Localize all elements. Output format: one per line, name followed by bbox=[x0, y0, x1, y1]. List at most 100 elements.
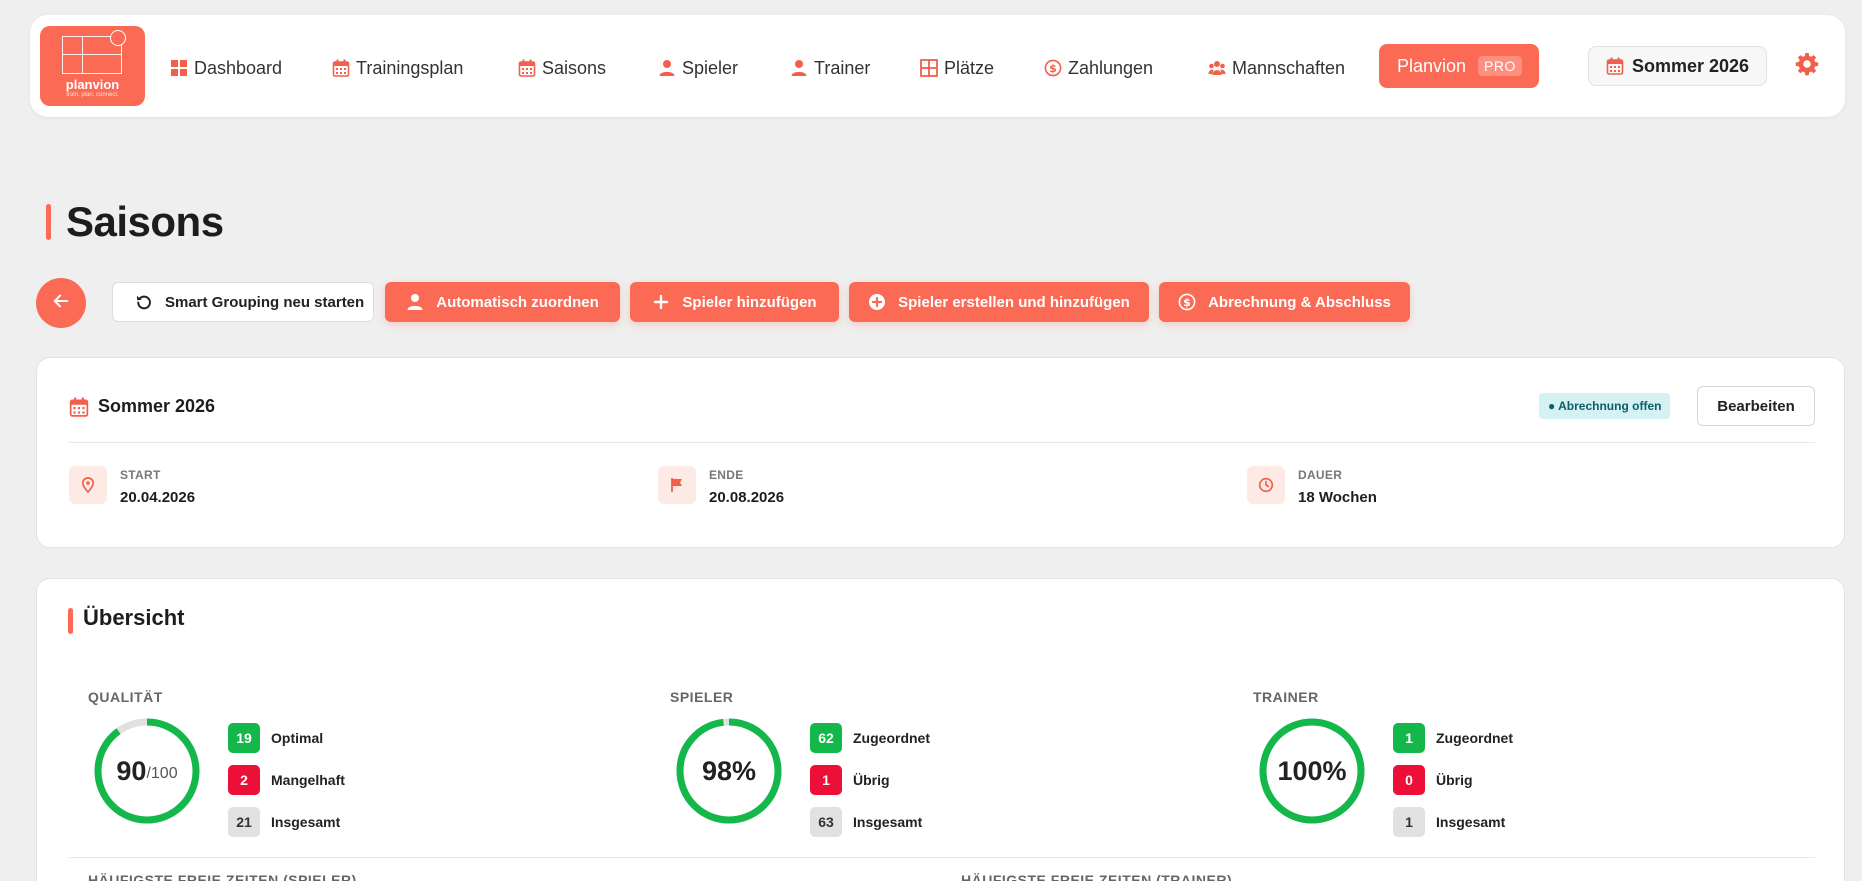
add-player-button[interactable]: Spieler hinzufügen bbox=[630, 282, 839, 322]
end-label: ENDE bbox=[709, 468, 744, 482]
season-card: Sommer 2026 ● Abrechnung offen Bearbeite… bbox=[36, 357, 1845, 548]
quality-score: 90/100 bbox=[93, 717, 201, 825]
auto-assign-button[interactable]: Automatisch zuordnen bbox=[385, 282, 620, 322]
trainers-percent: 100% bbox=[1277, 755, 1347, 786]
button-label: Smart Grouping neu starten bbox=[165, 293, 365, 311]
user-icon bbox=[658, 59, 676, 77]
nav-item-saisons[interactable]: Saisons bbox=[518, 56, 606, 80]
end-value: 20.08.2026 bbox=[709, 489, 785, 506]
count-badge: 0 bbox=[1393, 765, 1425, 795]
plus-circle-icon bbox=[868, 293, 886, 311]
users-icon bbox=[1208, 59, 1226, 77]
planvion-pro-button[interactable]: Planvion PRO bbox=[1379, 44, 1539, 88]
nav-item-trainingsplan[interactable]: Trainingsplan bbox=[332, 56, 463, 80]
title-accent-bar bbox=[46, 204, 51, 240]
legend-label: Zugeordnet bbox=[853, 730, 930, 746]
nav-item-mannschaften[interactable]: Mannschaften bbox=[1208, 56, 1345, 80]
status-badge: ● Abrechnung offen bbox=[1539, 393, 1671, 419]
nav-label: Trainingsplan bbox=[356, 57, 464, 78]
calendar-icon bbox=[332, 59, 350, 77]
create-and-add-player-button[interactable]: Spieler erstellen und hinzufügen bbox=[849, 282, 1149, 322]
free-times-players-heading: HÄUFIGSTE FREIE ZEITEN (SPIELER) bbox=[88, 872, 357, 881]
legend-label: Optimal bbox=[271, 730, 324, 746]
dollar-icon: $ bbox=[1178, 293, 1196, 311]
start-label: START bbox=[120, 468, 161, 482]
clock-icon bbox=[1247, 466, 1285, 504]
user-icon bbox=[790, 59, 808, 77]
clock-icon bbox=[110, 30, 126, 46]
nav-item-trainer[interactable]: Trainer bbox=[790, 56, 870, 80]
legend-label: Insgesamt bbox=[853, 814, 923, 830]
duration-value: 18 Wochen bbox=[1298, 489, 1377, 506]
count-badge: 19 bbox=[228, 723, 260, 753]
trainers-stat: TRAINER 100% 1 Zugeordnet 0 Übrig 1 Insgesa… bbox=[1253, 689, 1773, 837]
nav-item-zahlungen[interactable]: $ Zahlungen bbox=[1044, 56, 1153, 80]
count-badge: 1 bbox=[1393, 723, 1425, 753]
overview-accent-bar bbox=[68, 608, 73, 634]
legend-label: Insgesamt bbox=[1436, 814, 1506, 830]
divider bbox=[69, 857, 1815, 858]
nav-label: Dashboard bbox=[194, 57, 283, 78]
button-label: Spieler hinzufügen bbox=[682, 293, 817, 311]
edit-button[interactable]: Bearbeiten bbox=[1697, 386, 1815, 426]
legend-label: Mangelhaft bbox=[271, 772, 345, 788]
free-times-trainers-heading: HÄUFIGSTE FREIE ZEITEN (TRAINER) bbox=[961, 872, 1233, 881]
map-pin-icon bbox=[69, 466, 107, 504]
plus-icon bbox=[652, 293, 670, 311]
duration-label: DAUER bbox=[1298, 468, 1343, 482]
overview-card: Übersicht QUALITÄT 90/100 19 Optimal 2 Man… bbox=[36, 578, 1845, 881]
back-button[interactable] bbox=[36, 278, 86, 328]
dashboard-icon bbox=[170, 59, 188, 77]
nav-label: Plätze bbox=[944, 57, 995, 78]
dollar-icon: $ bbox=[1044, 59, 1062, 77]
user-icon bbox=[406, 293, 424, 311]
logo-name: planvion bbox=[65, 77, 120, 92]
quality-stat: QUALITÄT 90/100 19 Optimal 2 Mangelhaft 21… bbox=[88, 689, 608, 837]
button-label: Automatisch zuordnen bbox=[436, 293, 599, 311]
billing-button[interactable]: $ Abrechnung & Abschluss bbox=[1159, 282, 1410, 322]
nav-item-spieler[interactable]: Spieler bbox=[658, 56, 738, 80]
count-badge: 1 bbox=[1393, 807, 1425, 837]
calendar-icon bbox=[518, 59, 536, 77]
season-name: Sommer 2026 bbox=[98, 396, 216, 416]
planvion-logo[interactable]: planvion train. plan. connect. bbox=[40, 26, 145, 106]
players-label: SPIELER bbox=[670, 689, 734, 705]
logo-tagline: train. plan. connect. bbox=[66, 92, 119, 98]
players-stat: SPIELER 98% 62 Zugeordnet 1 Übrig 63 Insges… bbox=[670, 689, 1190, 837]
season-end: ENDE 20.08.2026 bbox=[658, 466, 784, 506]
overview-title: Übersicht bbox=[83, 605, 185, 630]
legend-assigned: 62 Zugeordnet bbox=[810, 723, 930, 753]
arrow-left-icon bbox=[52, 292, 70, 315]
legend-remaining: 0 Übrig bbox=[1393, 765, 1473, 795]
legend-label: Zugeordnet bbox=[1436, 730, 1513, 746]
legend-total: 63 Insgesamt bbox=[810, 807, 922, 837]
smart-grouping-restart-button[interactable]: Smart Grouping neu starten bbox=[112, 282, 374, 322]
button-label: Spieler erstellen und hinzufügen bbox=[898, 293, 1130, 311]
season-heading: Sommer 2026 bbox=[69, 396, 215, 417]
gear-icon[interactable] bbox=[1795, 52, 1819, 76]
legend-label: Insgesamt bbox=[271, 814, 341, 830]
legend-label: Übrig bbox=[853, 772, 890, 788]
nav-label: Spieler bbox=[682, 57, 739, 78]
nav-label: Trainer bbox=[814, 57, 871, 78]
legend-total: 1 Insgesamt bbox=[1393, 807, 1505, 837]
nav-item-dashboard[interactable]: Dashboard bbox=[170, 56, 282, 80]
count-badge: 2 bbox=[228, 765, 260, 795]
legend-label: Übrig bbox=[1436, 772, 1473, 788]
nav-label: Saisons bbox=[542, 57, 607, 78]
count-badge: 21 bbox=[228, 807, 260, 837]
calendar-icon bbox=[69, 397, 89, 417]
flag-icon bbox=[658, 466, 696, 504]
page-title: Saisons bbox=[66, 198, 224, 245]
players-percent: 98% bbox=[701, 755, 757, 786]
refresh-icon bbox=[135, 293, 153, 311]
button-label: Abrechnung & Abschluss bbox=[1208, 293, 1391, 311]
legend-poor: 2 Mangelhaft bbox=[228, 765, 345, 795]
grid-icon bbox=[920, 59, 938, 77]
season-selector[interactable]: Sommer 2026 bbox=[1588, 46, 1767, 86]
divider bbox=[69, 442, 1815, 443]
pro-button-label: Planvion bbox=[1397, 55, 1467, 76]
season-selector-label: Sommer 2026 bbox=[1631, 55, 1750, 76]
nav-item-plaetze[interactable]: Plätze bbox=[920, 56, 994, 80]
quality-label: QUALITÄT bbox=[88, 689, 163, 705]
